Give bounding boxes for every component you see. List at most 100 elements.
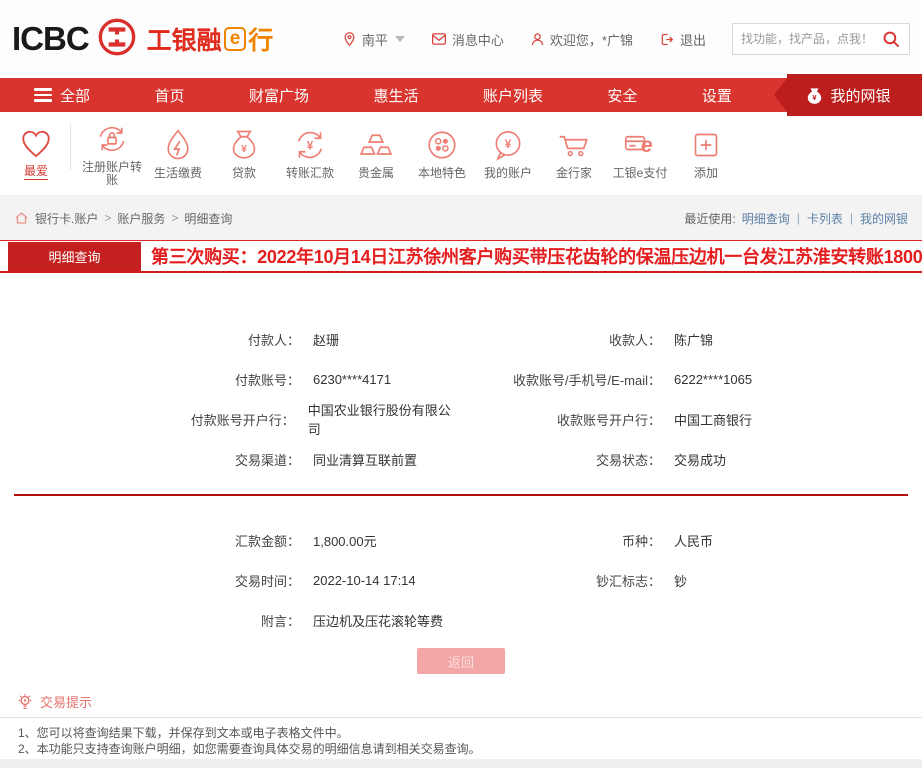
time-value: 2022-10-14 17:14 (313, 573, 416, 588)
search-box (732, 23, 910, 55)
recent-link-detail-query[interactable]: 明细查询 (742, 210, 790, 227)
icbc-emblem-icon (97, 17, 137, 62)
user-icon (530, 32, 545, 47)
shortcut-precious-metal[interactable]: 贵金属 (343, 127, 409, 180)
shortcut-add[interactable]: 添加 (673, 127, 739, 180)
svg-text:¥: ¥ (505, 137, 512, 151)
status-value: 交易成功 (674, 450, 726, 469)
shortcut-label: 生活缴费 (154, 167, 202, 180)
home-icon[interactable] (14, 211, 29, 225)
lightbulb-icon (16, 693, 34, 711)
message-center-link[interactable]: 消息中心 (431, 30, 504, 49)
back-button[interactable]: 返回 (417, 648, 505, 674)
logout-button[interactable]: 退出 (659, 30, 706, 49)
detail-row: 付款账号： 6230****4171 收款账号/手机号/E-mail： 6222… (0, 359, 922, 399)
tip-item: 1、您可以将查询结果下载，并保存到文本或电子表格文件中。 (18, 725, 908, 741)
shortcut-label: 贷款 (232, 167, 256, 180)
currency-value: 人民币 (674, 531, 713, 550)
time-label: 交易时间： (0, 571, 300, 590)
nav-settings[interactable]: 设置 (702, 85, 732, 106)
detail-panel: 付款人： 赵珊 收款人： 陈广锦 付款账号： 6230****4171 收款账号… (0, 273, 922, 674)
payee-account-value: 6222****1065 (674, 372, 752, 387)
brand-prefix: 工银融 (147, 21, 222, 57)
payer-account-value: 6230****4171 (313, 372, 391, 387)
location-pin-icon (342, 31, 357, 47)
plus-square-icon (688, 127, 724, 163)
svg-text:e: e (641, 134, 653, 157)
payee-bank-label: 收款账号开户行： (461, 410, 661, 429)
shortcut-my-account[interactable]: ¥ 我的账户 (475, 127, 541, 180)
shortcut-label: 我的账户 (484, 167, 532, 180)
shortcut-loan[interactable]: ¥ 贷款 (211, 127, 277, 180)
lock-cycle-icon (94, 121, 130, 157)
shortcut-life-payment[interactable]: 生活缴费 (145, 127, 211, 180)
link-separator: | (797, 211, 800, 225)
welcome-user[interactable]: 欢迎您，*广锦 (530, 30, 633, 49)
shortcut-favorite[interactable]: 最爱 (6, 127, 66, 180)
link-separator: | (850, 211, 853, 225)
location-selector[interactable]: 南平 (342, 30, 405, 49)
payer-bank-label: 付款账号开户行： (0, 410, 295, 429)
header-right: 南平 消息中心 欢迎您，*广锦 (342, 23, 910, 55)
recent-used: 最近使用: 明细查询 | 卡列表 | 我的网银 (684, 210, 908, 227)
title-bar: 明细查询 第三次购买：2022年10月14日江苏徐州客户购买带压花齿轮的保温压边… (0, 240, 922, 273)
memo-label: 附言： (0, 611, 300, 630)
svg-text:¥: ¥ (241, 143, 247, 155)
nav-all-label: 全部 (60, 85, 90, 106)
detail-row: 付款人： 赵珊 收款人： 陈广锦 (0, 319, 922, 359)
logout-label: 退出 (680, 30, 706, 49)
nav-security[interactable]: 安全 (607, 85, 637, 106)
divider (70, 124, 71, 170)
yuan-bubble-icon: ¥ (490, 127, 526, 163)
breadcrumb-separator: > (104, 211, 111, 225)
search-input[interactable] (741, 32, 882, 46)
section-divider (14, 494, 908, 496)
search-icon[interactable] (882, 30, 901, 49)
breadcrumb-item[interactable]: 银行卡.账户 (35, 210, 98, 227)
yuan-cycle-icon: ¥ (292, 127, 328, 163)
money-bag-icon: ¥ (805, 86, 824, 105)
footer-strip (0, 759, 922, 768)
payee-value: 陈广锦 (674, 330, 713, 349)
shortcut-bar: 最爱 注册账户转账 生活缴费 ¥ 贷款 (0, 112, 922, 196)
dots-circle-icon (424, 127, 460, 163)
detail-row: 交易渠道： 同业清算互联前置 交易状态： 交易成功 (0, 439, 922, 479)
message-center-label: 消息中心 (452, 30, 504, 49)
tip-item: 2、本功能只支持查询账户明细，如您需要查询具体交易的明细信息请到相关交易查询。 (18, 741, 908, 757)
my-ebank-ribbon[interactable]: ¥ 我的网银 (774, 74, 922, 116)
card-e-icon: e (622, 127, 658, 163)
detail-row: 附言： 压边机及压花滚轮等费 (0, 600, 922, 640)
brand-name: 工银融 e 行 (147, 21, 274, 57)
shortcut-label: 注册账户转账 (79, 161, 145, 187)
recent-link-my-ebank[interactable]: 我的网银 (860, 210, 908, 227)
nav-wealth-plaza[interactable]: 财富广场 (249, 85, 309, 106)
shortcut-label: 转账汇款 (286, 167, 334, 180)
nav-home[interactable]: 首页 (154, 85, 184, 106)
payer-label: 付款人： (0, 330, 300, 349)
recent-link-card-list[interactable]: 卡列表 (807, 210, 843, 227)
shortcut-transfer-remit[interactable]: ¥ 转账汇款 (277, 127, 343, 180)
shortcut-local-specialty[interactable]: 本地特色 (409, 127, 475, 180)
hamburger-icon (34, 88, 52, 102)
shortcut-register-transfer[interactable]: 注册账户转账 (79, 121, 145, 187)
nav-all[interactable]: 全部 (34, 85, 90, 106)
payee-bank-value: 中国工商银行 (674, 410, 752, 429)
welcome-label: 欢迎您，*广锦 (550, 30, 633, 49)
tab-detail-query[interactable]: 明细查询 (8, 242, 141, 271)
shortcut-gold-expert[interactable]: 金行家 (541, 127, 607, 180)
nav-life[interactable]: 惠生活 (373, 85, 418, 106)
shortcut-label: 添加 (694, 167, 718, 180)
shortcut-epay[interactable]: e 工银e支付 (607, 127, 673, 180)
breadcrumb-item[interactable]: 账户服务 (117, 210, 165, 227)
shortcut-label: 贵金属 (358, 167, 394, 180)
breadcrumb-item[interactable]: 明细查询 (184, 210, 232, 227)
detail-row: 付款账号开户行： 中国农业银行股份有限公司 收款账号开户行： 中国工商银行 (0, 399, 922, 439)
cart-icon (556, 127, 592, 163)
payee-account-label: 收款账号/手机号/E-mail： (461, 370, 661, 389)
cash-flag-label: 钞汇标志： (461, 571, 661, 590)
breadcrumb-bar: 银行卡.账户 > 账户服务 > 明细查询 最近使用: 明细查询 | 卡列表 | … (0, 196, 922, 240)
recent-used-label: 最近使用: (684, 210, 735, 227)
brand-suffix: 行 (248, 21, 273, 57)
nav-account-list[interactable]: 账户列表 (483, 85, 543, 106)
payer-bank-value: 中国农业银行股份有限公司 (308, 400, 461, 438)
